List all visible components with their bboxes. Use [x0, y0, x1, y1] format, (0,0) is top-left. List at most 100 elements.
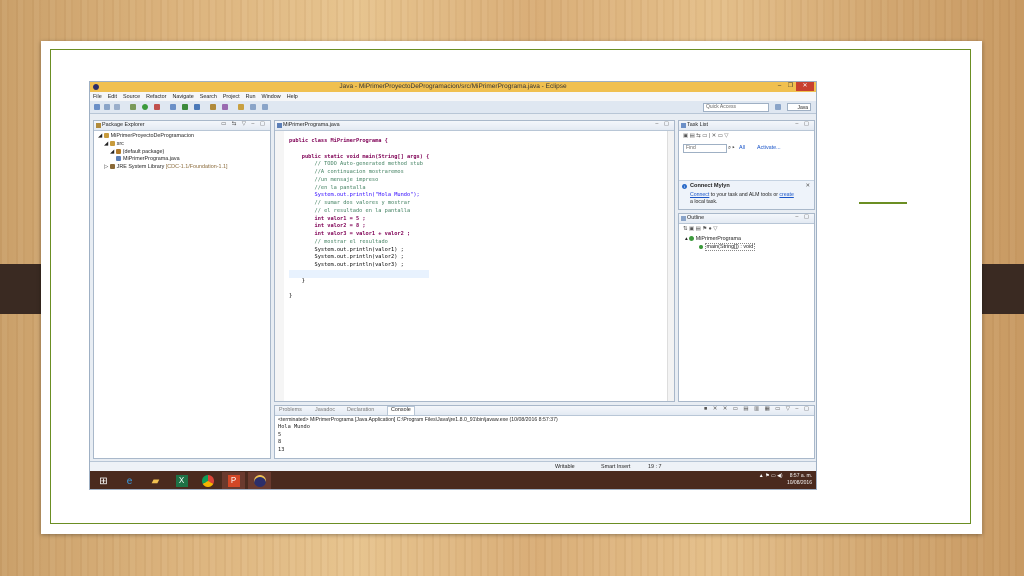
outline-toolbar-icons[interactable]: ⇅ ▣ ▤ ⚑ ● ▽ [683, 226, 717, 232]
chrome-icon[interactable] [196, 472, 219, 489]
new-class-icon[interactable] [194, 104, 200, 110]
code-line: int valor3 = valor1 + valor2 ; [289, 231, 411, 237]
new-java-project-icon[interactable] [170, 104, 176, 110]
menu-run[interactable]: Run [243, 94, 259, 100]
new-icon[interactable] [94, 104, 100, 110]
outline-tab[interactable]: Outline – ▢ [679, 214, 814, 224]
menu-file[interactable]: File [90, 94, 105, 100]
tab-javadoc[interactable]: Javadoc [315, 407, 335, 413]
task-list-controls[interactable]: – ▢ [795, 121, 811, 127]
tree-node-icon [109, 164, 115, 170]
task-list-toolbar-icons[interactable]: ▣ ▤ ⇆ ▭ | ✕ ▭ ▽ [683, 133, 728, 139]
slide-accent-line [859, 202, 907, 204]
debug-icon[interactable] [130, 104, 136, 110]
console-line: Hola Mundo [278, 424, 310, 430]
code-editor[interactable]: public class MiPrimerPrograma { public s… [289, 138, 430, 301]
internet-explorer-icon[interactable]: e [118, 472, 141, 489]
back-icon[interactable] [250, 104, 256, 110]
menu-window[interactable]: Window [259, 94, 284, 100]
menu-edit[interactable]: Edit [105, 94, 120, 100]
run-icon[interactable] [142, 104, 148, 110]
menu-refactor[interactable]: Refactor [143, 94, 169, 100]
editor-tab[interactable]: MiPrimerPrograma.java – ▢ [275, 121, 674, 131]
windows-start-icon[interactable]: ⊞ [92, 472, 115, 489]
code-line: public class MiPrimerPrograma { [289, 138, 388, 144]
system-tray: ▲ ⚑ ▭ ◀) 8:57 a. m. 10/08/2016 [759, 473, 812, 487]
task-list-tab[interactable]: Task List – ▢ [679, 121, 814, 131]
package-tree-item[interactable]: ◢ src [98, 141, 228, 149]
excel-icon[interactable]: X [170, 472, 193, 489]
external-tools-icon[interactable] [154, 104, 160, 110]
save-icon[interactable] [104, 104, 110, 110]
package-tree-item[interactable]: MiPrimerPrograma.java [98, 156, 228, 164]
new-package-icon[interactable] [182, 104, 188, 110]
console-output[interactable]: Hola Mundo 5 8 13 [278, 424, 310, 455]
clock-date[interactable]: 10/08/2016 [787, 480, 812, 486]
search-icon[interactable]: ⌕ ▸ [728, 145, 735, 152]
task-find-input[interactable]: Find [683, 144, 727, 153]
console-toolbar-icons[interactable]: ■ ✕ ✕ ▭ ▤ ▥ ▦ ▭ ▽ – ▢ [704, 406, 811, 412]
package-tree-item[interactable]: ▷ JRE System Library [CDC-1.1/Foundation… [98, 164, 228, 172]
minimize-button[interactable]: – [774, 82, 785, 91]
tree-node-label: MiPrimerPrograma.java [123, 156, 180, 163]
menu-source[interactable]: Source [120, 94, 143, 100]
tray-icons[interactable]: ▲ ⚑ ▭ ◀) [759, 473, 783, 479]
task-all-link[interactable]: All [739, 145, 745, 151]
menu-navigate[interactable]: Navigate [169, 94, 196, 100]
expand-arrow-icon[interactable]: ◢ [110, 149, 116, 155]
code-line: } [289, 277, 305, 284]
menu-help[interactable]: Help [284, 94, 301, 100]
tab-console[interactable]: Console [387, 406, 415, 415]
tab-declaration[interactable]: Declaration [347, 407, 374, 413]
editor-tab-label: MiPrimerPrograma.java [283, 122, 340, 128]
package-explorer-tab[interactable]: Package Explorer ▭ ⇆ ▽ – ▢ [94, 121, 270, 131]
mylyn-connect-link[interactable]: Connect [690, 192, 709, 198]
mylyn-message: Connect to your task and ALM tools or cr… [690, 192, 794, 206]
mylyn-panel: i Connect Mylyn ✕ Connect to your task a… [679, 180, 814, 209]
code-line: int valor2 = 8 ; [289, 223, 366, 230]
editor-controls[interactable]: – ▢ [655, 121, 671, 127]
info-icon: i [682, 184, 687, 189]
code-line: System.out.println("Hola Mundo"); [289, 192, 420, 199]
tree-node-label: (default package) [122, 148, 165, 155]
annotation-icon[interactable] [238, 104, 244, 110]
menu-project[interactable]: Project [220, 94, 243, 100]
package-tree-item[interactable]: ◢ (default package) [98, 149, 228, 157]
expand-arrow-icon[interactable]: ◢ [98, 133, 104, 139]
forward-icon[interactable] [262, 104, 268, 110]
task-activate-link[interactable]: Activate... [757, 145, 781, 151]
open-perspective-icon[interactable] [775, 104, 781, 110]
print-icon[interactable] [114, 104, 120, 110]
open-type-icon[interactable] [210, 104, 216, 110]
outline-method-item[interactable]: main(String[]) : void [685, 243, 756, 251]
quick-access-input[interactable]: Quick Access [703, 103, 769, 112]
console-line: 8 [278, 439, 282, 446]
task-list-view: Task List – ▢ ▣ ▤ ⇆ ▭ | ✕ ▭ ▽ Find ⌕ ▸ A… [678, 120, 815, 210]
code-line: // sumar dos valores y mostrar [289, 200, 411, 206]
menu-search[interactable]: Search [197, 94, 220, 100]
code-line: //A continuacion mostraremos [289, 169, 404, 175]
code-line: } [289, 293, 293, 299]
close-button[interactable]: ✕ [796, 82, 814, 91]
powerpoint-icon[interactable]: P [222, 472, 245, 489]
outline-controls[interactable]: – ▢ [795, 214, 811, 220]
tab-problems[interactable]: Problems [279, 407, 302, 413]
package-tree-item[interactable]: ◢ MiPrimerProyectoDeProgramacion [98, 133, 228, 141]
expand-arrow-icon[interactable]: ◢ [104, 141, 110, 147]
outline-class-item[interactable]: ▴ MiPrimerPrograma [685, 235, 755, 243]
maximize-button[interactable]: ❐ [785, 82, 796, 91]
java-perspective-button[interactable]: Java [787, 103, 811, 111]
close-icon[interactable]: ✕ [805, 183, 810, 189]
tree-node-icon [116, 156, 121, 162]
tree-node-suffix: [CDC-1.1/Foundation-1.1] [164, 164, 228, 171]
mylyn-create-link[interactable]: create [779, 192, 793, 198]
eclipse-taskbar-icon[interactable] [248, 472, 271, 489]
editor-view: MiPrimerPrograma.java – ▢ public class M… [274, 120, 675, 402]
view-controls[interactable]: ▭ ⇆ ▽ – ▢ [221, 121, 267, 127]
file-explorer-icon[interactable]: ▰ [144, 472, 167, 489]
search-icon[interactable] [222, 104, 228, 110]
code-line: System.out.println(valor3) ; [289, 262, 404, 268]
clock-time[interactable]: 8:57 a. m. [790, 473, 812, 479]
expand-arrow-icon[interactable]: ▷ [104, 164, 110, 170]
code-line: System.out.println(valor1) ; [289, 246, 404, 253]
